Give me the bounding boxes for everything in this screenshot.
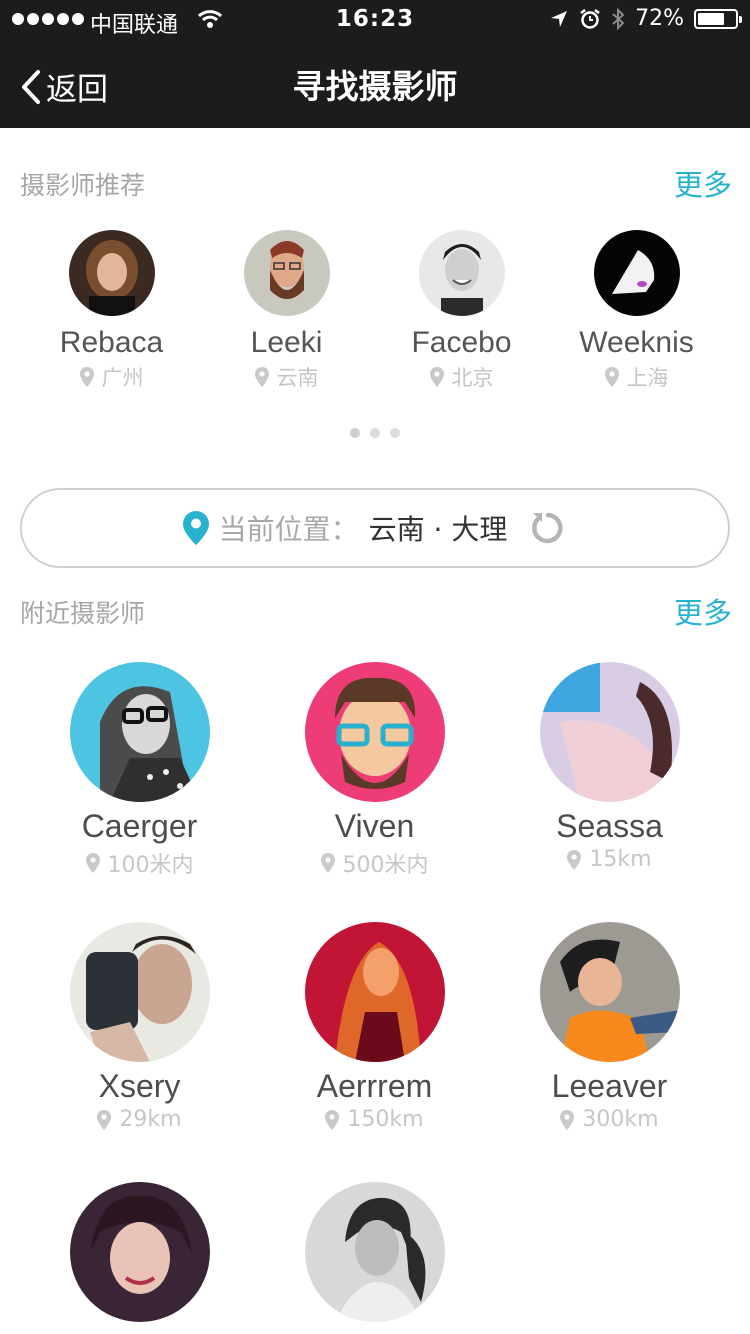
distance-text: 15km [589,847,652,872]
photographer-name: Caerger [81,808,198,844]
battery-icon [694,8,742,29]
distance-text: 300km [582,1107,659,1132]
map-pin-icon [97,1109,112,1130]
location-text: 北京 [451,366,494,390]
recommended-header: 摄影师推荐 更多 [20,162,732,202]
nearby-header: 附近摄影师 更多 [20,590,732,630]
distance-text: 100米内 [107,853,194,878]
battery-percent: 72% [635,6,684,31]
avatar [69,662,210,802]
avatar [304,662,445,802]
map-pin-icon [429,367,444,387]
distance-row: 100米内 [22,847,257,879]
map-pin-icon [560,1109,575,1130]
photographer-name: Xsery [98,1068,181,1104]
current-location-city: 云南 · 大理 [368,513,508,546]
distance-row: 500米内 [257,847,492,879]
location-arrow-icon [551,10,568,27]
photographer-name: Leeaver [551,1068,668,1104]
avatar [68,230,155,316]
recommended-title: 摄影师推荐 [20,171,146,200]
location-pin-icon [182,511,209,545]
location-text: 上海 [626,366,669,390]
photographer-name: Rebaca [59,326,164,359]
avatar [243,230,330,316]
map-pin-icon [85,853,100,873]
refresh-icon[interactable] [529,509,567,547]
avatar [304,922,445,1062]
top-bar: 中国联通 16:23 72% 返回 寻找摄影师 [0,0,750,128]
map-pin-icon [604,367,619,387]
distance-text: 29km [119,1107,182,1132]
location-row: 广州 [24,362,199,392]
distance-row: 150km [257,1107,492,1132]
page-dot[interactable] [370,428,380,438]
recommended-item[interactable]: Facebo 北京 [374,230,549,392]
nearby-item[interactable]: Caerger 100米内 [22,662,257,879]
recommended-item[interactable]: Weeknis 上海 [549,230,724,392]
avatar [539,922,680,1062]
nearby-more-link[interactable]: 更多 [674,590,732,632]
photographer-name: Facebo [411,326,512,359]
nearby-item[interactable] [22,1182,257,1322]
current-location-label: 当前位置： [218,513,359,546]
location-text: 云南 [276,366,319,390]
photographer-name: Leeki [250,326,323,359]
photographer-name: Aerrrem [316,1068,433,1104]
location-row: 云南 [199,362,374,392]
photographer-name: Viven [334,808,415,844]
map-pin-icon [325,1109,340,1130]
photographer-name: Weeknis [579,326,694,359]
location-row: 上海 [549,362,724,392]
distance-text: 500米内 [342,853,429,878]
nearby-item[interactable]: Seassa 15km [492,662,727,872]
status-bar: 中国联通 16:23 72% [0,0,750,40]
nearby-item[interactable]: Xsery 29km [22,922,257,1132]
page-dot[interactable] [350,428,360,438]
page-title: 寻找摄影师 [292,67,458,106]
photographer-name: Seassa [556,808,663,844]
alarm-clock-icon [580,8,600,29]
distance-row: 300km [492,1107,727,1132]
avatar [593,230,680,316]
location-row: 北京 [374,362,549,392]
nearby-item[interactable]: Viven 500米内 [257,662,492,879]
avatar [69,922,210,1062]
nearby-title: 附近摄影师 [20,599,146,628]
map-pin-icon [79,367,94,387]
recommended-item[interactable]: Leeki 云南 [199,230,374,392]
map-pin-icon [320,853,335,873]
distance-row: 15km [492,847,727,872]
map-pin-icon [254,367,269,387]
bluetooth-icon [612,7,625,30]
recommended-more-link[interactable]: 更多 [674,162,732,204]
avatar [69,1182,210,1322]
map-pin-icon [567,849,582,870]
avatar [418,230,505,316]
page-indicator[interactable] [0,428,750,438]
recommended-item[interactable]: Rebaca 广州 [24,230,199,392]
location-text: 广州 [101,366,144,390]
recommended-list: Rebaca 广州 Leeki 云南 Facebo 北京 Weeknis 上海 [24,230,724,395]
avatar [304,1182,445,1322]
nearby-item[interactable]: Leeaver 300km [492,922,727,1132]
avatar [539,662,680,802]
current-location-bar[interactable]: 当前位置： 云南 · 大理 [20,488,730,568]
distance-row: 29km [22,1107,257,1132]
nearby-item[interactable] [257,1182,492,1322]
page-dot[interactable] [390,428,400,438]
nearby-item[interactable]: Aerrrem 150km [257,922,492,1132]
status-right: 72% [549,6,742,31]
distance-text: 150km [347,1107,424,1132]
